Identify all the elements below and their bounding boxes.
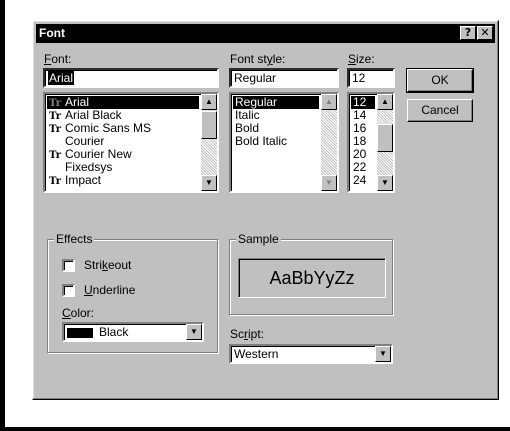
list-item-label: 12: [353, 95, 367, 109]
list-item-label: 14: [353, 108, 367, 122]
list-item-label: Impact: [65, 173, 102, 187]
font-size-input[interactable]: 12: [347, 68, 395, 88]
help-button[interactable]: ?: [460, 26, 476, 40]
sample-preview: AaBbYyZz: [238, 258, 386, 298]
scroll-thumb[interactable]: [377, 124, 393, 152]
list-item[interactable]: Tr Impact: [47, 173, 199, 188]
font-style-list[interactable]: Regular Italic Bold Bold Italic ▲ ▼: [229, 92, 339, 193]
scroll-up-icon[interactable]: ▲: [201, 94, 217, 110]
sample-title: Sample: [236, 232, 281, 246]
underline-label: Underline: [84, 283, 136, 297]
color-swatch: [67, 327, 93, 338]
scroll-down-icon[interactable]: ▼: [321, 175, 337, 191]
script-value: Western: [234, 347, 279, 361]
font-dialog: Font ? ✕ Font: Arial Tr Arial Tr Arial Blac…: [32, 20, 499, 400]
effects-title: Effects: [54, 232, 95, 246]
list-item-label: 24: [353, 173, 367, 187]
scroll-up-icon[interactable]: ▲: [321, 94, 337, 110]
truetype-icon: Tr: [49, 176, 61, 187]
ok-button[interactable]: OK: [406, 68, 474, 93]
font-style-label: Font style:: [230, 52, 286, 66]
cancel-button[interactable]: Cancel: [407, 99, 473, 122]
effects-group: Effects Strikeout Underline Color: Black…: [47, 232, 218, 353]
list-item-label: Comic Sans MS: [65, 121, 152, 135]
list-item-label: 16: [353, 121, 367, 135]
font-label: Font:: [44, 52, 72, 66]
font-list[interactable]: Tr Arial Tr Arial Black Tr Comic Sans MS Couri…: [43, 92, 219, 193]
title-bar: Font ? ✕: [36, 24, 495, 43]
sample-group: Sample AaBbYyZz: [229, 232, 393, 315]
scroll-down-icon[interactable]: ▼: [377, 175, 393, 191]
list-item-label: Arial Black: [65, 108, 122, 122]
list-item-label: 20: [353, 147, 367, 161]
size-label: Size:: [348, 52, 375, 66]
scroll-thumb[interactable]: [201, 111, 217, 139]
font-list-scrollbar[interactable]: ▲ ▼: [201, 94, 217, 191]
scroll-down-icon[interactable]: ▼: [201, 175, 217, 191]
font-size-scrollbar[interactable]: ▲ ▼: [377, 94, 393, 191]
font-name-value: Arial: [48, 71, 75, 85]
strikeout-label: Strikeout: [84, 258, 132, 272]
dialog-title: Font: [39, 26, 65, 40]
list-item-label: Bold: [235, 121, 260, 135]
list-item-label: Italic: [235, 108, 260, 122]
list-item-label: Fixedsys: [65, 160, 113, 174]
script-label: Script:: [230, 327, 265, 341]
list-item-label: Bold Italic: [235, 134, 288, 148]
color-label: Color:: [62, 306, 95, 320]
chevron-down-icon[interactable]: ▼: [186, 324, 202, 340]
list-item-label: 18: [353, 134, 367, 148]
color-value: Black: [99, 325, 129, 339]
list-item[interactable]: 24: [351, 174, 375, 187]
font-name-input[interactable]: Arial: [43, 68, 219, 88]
strikeout-checkbox[interactable]: [62, 259, 75, 272]
script-dropdown[interactable]: Western ▼: [229, 344, 393, 364]
list-item[interactable]: Bold Italic: [233, 135, 319, 148]
font-size-list[interactable]: 12 14 16 18 20 22 24 ▲ ▼: [347, 92, 395, 193]
list-item-label: Courier: [65, 134, 105, 148]
list-item-label: Regular: [235, 95, 278, 109]
list-item-label: Courier New: [65, 147, 132, 161]
scroll-up-icon[interactable]: ▲: [377, 94, 393, 110]
font-style-scrollbar[interactable]: ▲ ▼: [321, 94, 337, 191]
close-button[interactable]: ✕: [477, 26, 493, 40]
underline-checkbox[interactable]: [62, 284, 75, 297]
list-item-label: Arial: [65, 95, 90, 109]
color-dropdown[interactable]: Black ▼: [62, 322, 204, 342]
font-style-input[interactable]: Regular: [229, 68, 339, 88]
list-item-label: 22: [353, 160, 367, 174]
chevron-down-icon[interactable]: ▼: [375, 346, 391, 362]
